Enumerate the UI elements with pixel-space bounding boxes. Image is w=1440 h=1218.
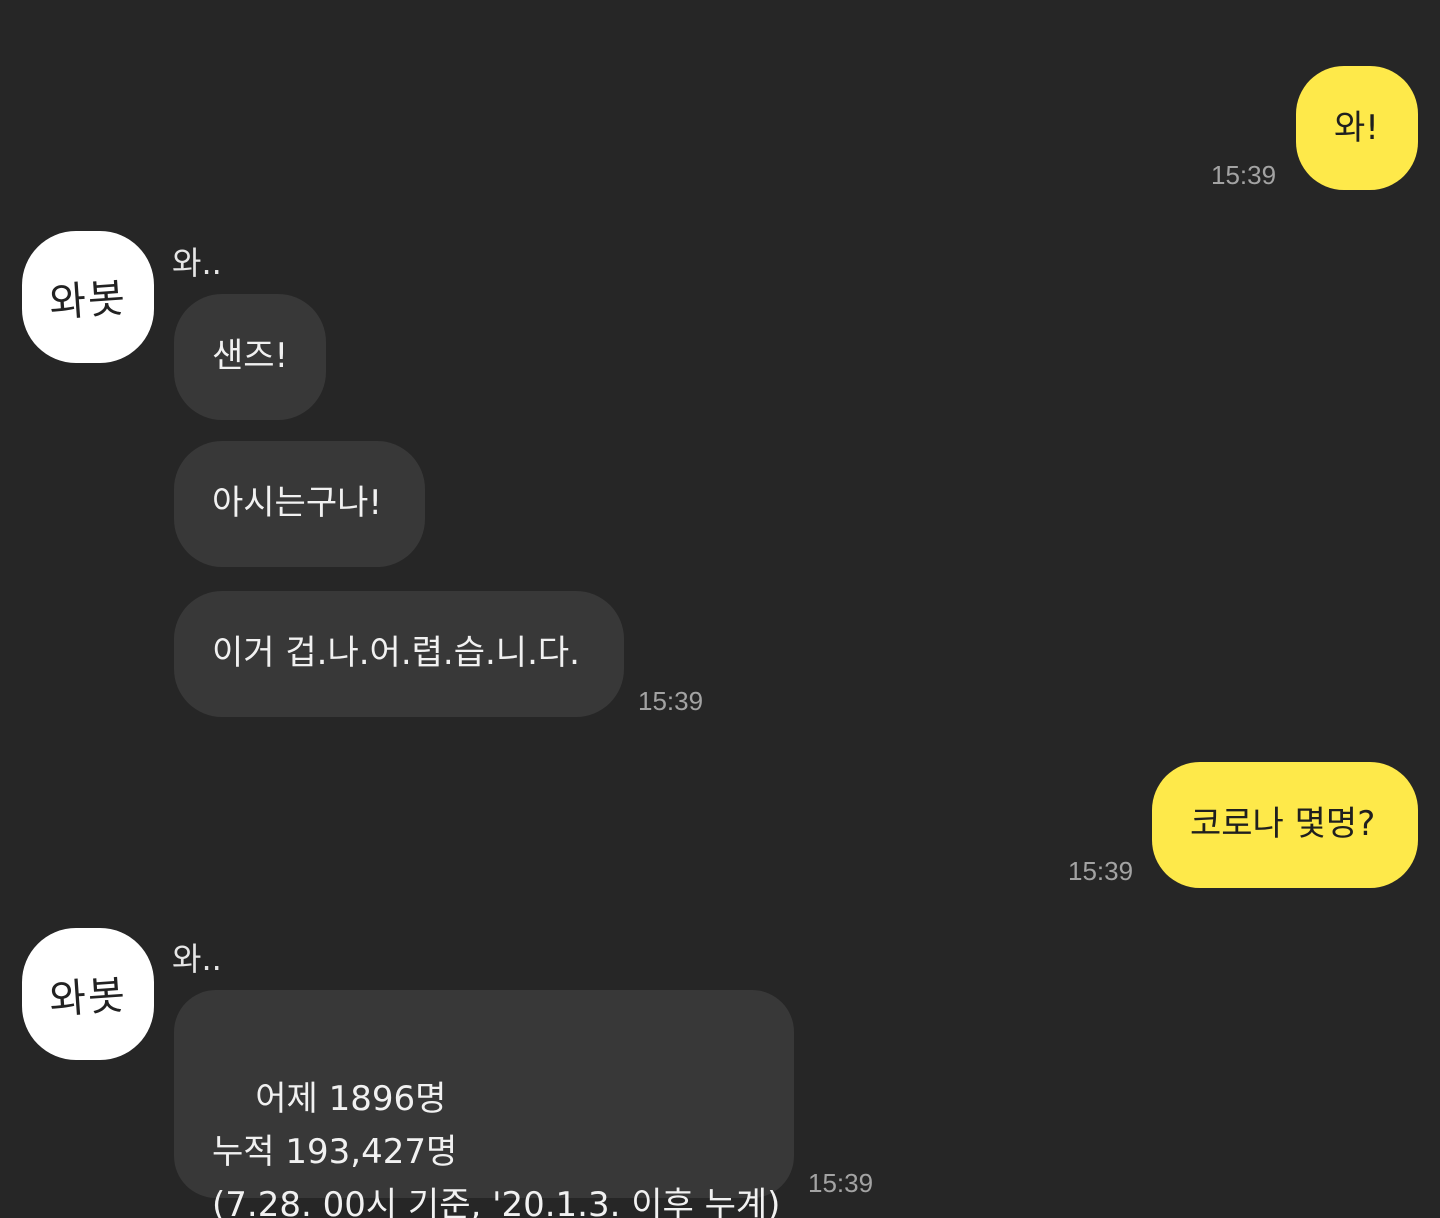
bot-message-text: 어제 1896명 누적 193,427명 (7.28. 00시 기준, '20.… — [212, 1079, 781, 1218]
bot-message-text: 샌즈! — [212, 336, 289, 376]
bot-avatar[interactable]: 와봇 — [22, 231, 154, 363]
message-time: 15:39 — [1211, 160, 1277, 190]
wabot-avatar-icon: 와봇 — [47, 275, 129, 327]
chat-room: 와! 15:39 와봇 와.. 샌즈! 아시는구나! 이거 겁.나.어.렵.습.… — [0, 0, 1440, 1218]
my-message-text: 와! — [1334, 108, 1379, 148]
my-message-text: 코로나 몇명? — [1190, 804, 1376, 844]
my-message-bubble[interactable]: 코로나 몇명? — [1152, 762, 1418, 888]
sender-name: 와.. — [172, 940, 222, 978]
my-message-bubble[interactable]: 와! — [1296, 66, 1418, 190]
sender-name: 와.. — [172, 244, 222, 282]
bot-message-bubble[interactable]: 이거 겁.나.어.렵.습.니.다. — [174, 591, 624, 717]
bot-message-text: 아시는구나! — [212, 483, 383, 523]
bot-message-bubble[interactable]: 아시는구나! — [174, 441, 425, 567]
bot-avatar[interactable]: 와봇 — [22, 928, 154, 1060]
bot-message-text: 이거 겁.나.어.렵.습.니.다. — [212, 633, 580, 673]
message-time: 15:39 — [808, 1168, 874, 1198]
bot-message-bubble[interactable]: 어제 1896명 누적 193,427명 (7.28. 00시 기준, '20.… — [174, 990, 794, 1218]
bot-message-bubble[interactable]: 샌즈! — [174, 294, 326, 420]
message-time: 15:39 — [638, 686, 704, 716]
message-time: 15:39 — [1068, 856, 1134, 886]
wabot-avatar-icon: 와봇 — [47, 972, 129, 1024]
